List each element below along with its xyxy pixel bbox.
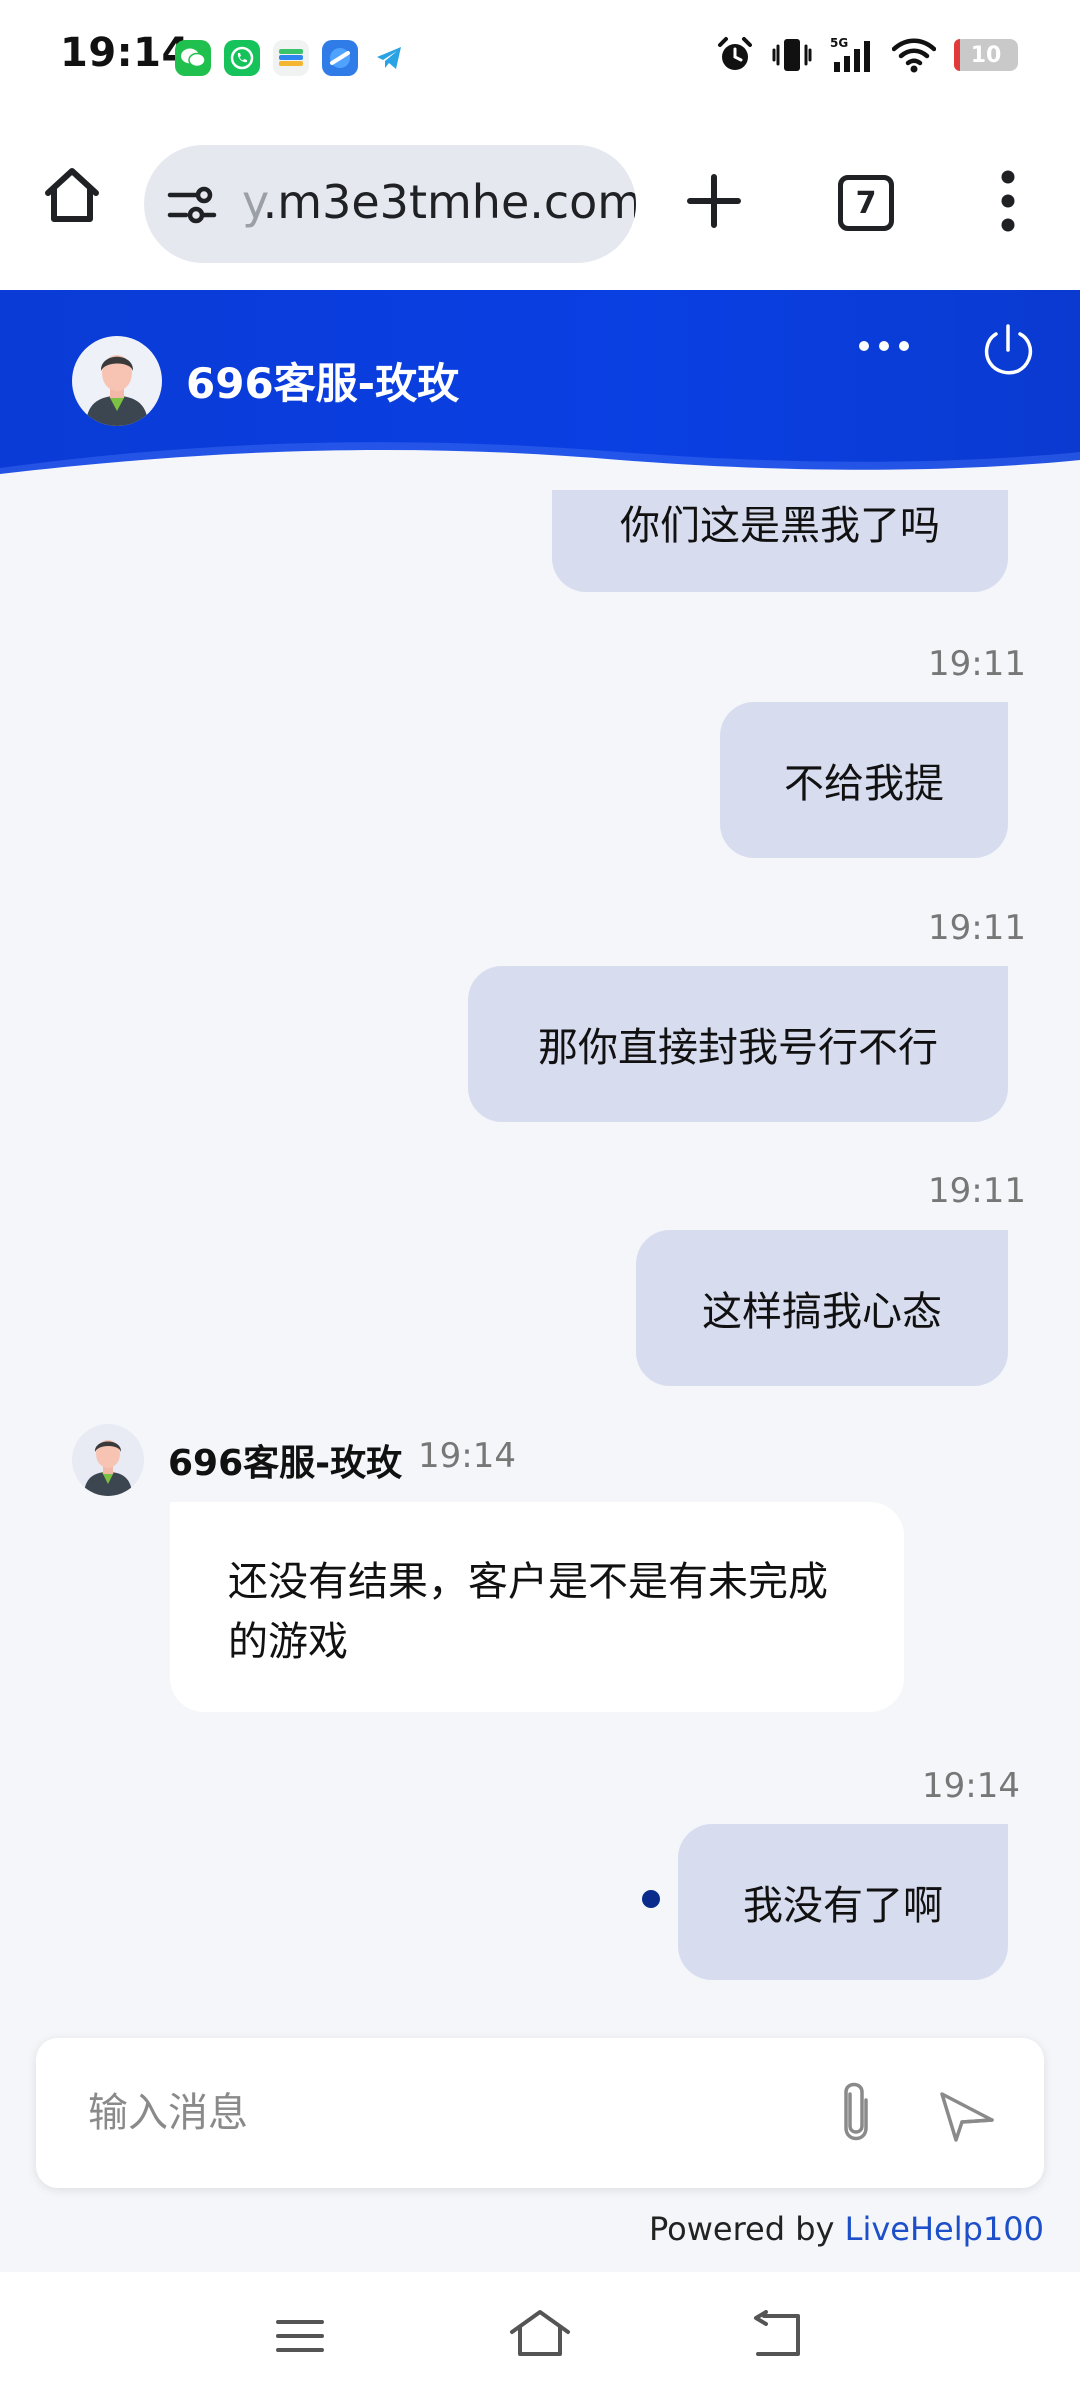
power-icon[interactable] (978, 320, 1038, 380)
message-composer (36, 2038, 1044, 2188)
send-icon[interactable] (934, 2084, 998, 2148)
alarm-icon (718, 37, 752, 70)
status-bar: 19:14 5G 10 (0, 0, 1080, 115)
message-bubble-outgoing: 这样搞我心态 (636, 1230, 1008, 1386)
chat-header: 696客服-玫玫 (0, 290, 1080, 490)
agent-name: 696客服-玫玫 (168, 1443, 403, 1484)
more-vert-icon[interactable] (990, 167, 1026, 235)
home-icon[interactable] (40, 163, 104, 227)
chat-header-title: 696客服-玫玫 (186, 359, 460, 408)
message-time: 19:11 (928, 908, 1026, 948)
agent-avatar (72, 336, 162, 426)
message-text: 那你直接封我号行不行 (538, 1025, 938, 1071)
tab-count: 7 (855, 185, 877, 221)
tab-switcher-button[interactable]: 7 (838, 175, 894, 231)
notification-icons (175, 40, 407, 76)
message-list[interactable]: 你们这是黑我了吗 19:11 不给我提 19:11 那你直接封我号行不行 19:… (0, 440, 1080, 2010)
powered-by-footer: Powered by LiveHelp100 (649, 2210, 1044, 2248)
wallet-icon (273, 40, 309, 76)
more-horiz-icon[interactable] (856, 334, 912, 358)
message-time: 19:14 (418, 1436, 516, 1476)
header-wave (0, 442, 1080, 490)
message-time: 19:11 (928, 1171, 1026, 1211)
url-text[interactable]: y.m3e3tmhe.com (242, 175, 636, 229)
battery-level-text: 10 (970, 42, 1002, 68)
phone-app-icon (224, 40, 260, 76)
new-tab-icon[interactable] (686, 173, 742, 229)
powered-by-label: Powered by (648, 2210, 835, 2248)
recents-menu-icon[interactable] (276, 2316, 324, 2356)
agent-avatar (72, 1424, 144, 1496)
attachment-icon[interactable] (820, 2078, 892, 2150)
wechat-icon (175, 40, 211, 76)
nav-home-icon[interactable] (508, 2308, 572, 2358)
address-bar[interactable]: y.m3e3tmhe.com (144, 145, 636, 263)
message-text: 还没有结果，客户是不是有未完成的游戏 (228, 1559, 828, 1665)
message-bubble-outgoing: 不给我提 (720, 702, 1008, 858)
browser-app-icon (322, 40, 358, 76)
url-domain: .m3e3tmhe.com (262, 175, 636, 229)
message-time: 19:11 (928, 644, 1026, 684)
message-time: 19:14 (922, 1766, 1020, 1806)
message-input[interactable] (86, 2082, 790, 2144)
telegram-icon (371, 40, 407, 76)
message-bubble-outgoing: 我没有了啊 (678, 1824, 1008, 1980)
message-bubble-outgoing: 那你直接封我号行不行 (468, 966, 1008, 1122)
powered-by-brand-link[interactable]: LiveHelp100 (845, 2210, 1044, 2248)
message-bubble-incoming: 还没有结果，客户是不是有未完成的游戏 (170, 1502, 904, 1712)
message-text: 这样搞我心态 (702, 1289, 942, 1335)
url-faded-prefix: y (242, 175, 263, 229)
battery-indicator: 10 (954, 39, 1018, 71)
system-navigation-bar (0, 2272, 1080, 2400)
browser-toolbar: y.m3e3tmhe.com 7 (0, 115, 1080, 290)
vibrate-icon (772, 39, 812, 71)
message-text: 我没有了啊 (743, 1883, 943, 1929)
sent-status-dot (642, 1890, 660, 1908)
wifi-icon (892, 38, 936, 73)
message-text: 不给我提 (784, 761, 944, 807)
message-text: 你们这是黑我了吗 (620, 503, 940, 549)
nav-back-icon[interactable] (752, 2310, 804, 2360)
signal-5g-icon: 5G (830, 36, 870, 72)
svg-text:5G: 5G (830, 36, 848, 50)
status-time: 19:14 (60, 30, 190, 76)
system-icons: 5G 10 (716, 36, 1018, 74)
site-settings-icon[interactable] (166, 179, 218, 231)
battery-level-fill (954, 39, 960, 71)
